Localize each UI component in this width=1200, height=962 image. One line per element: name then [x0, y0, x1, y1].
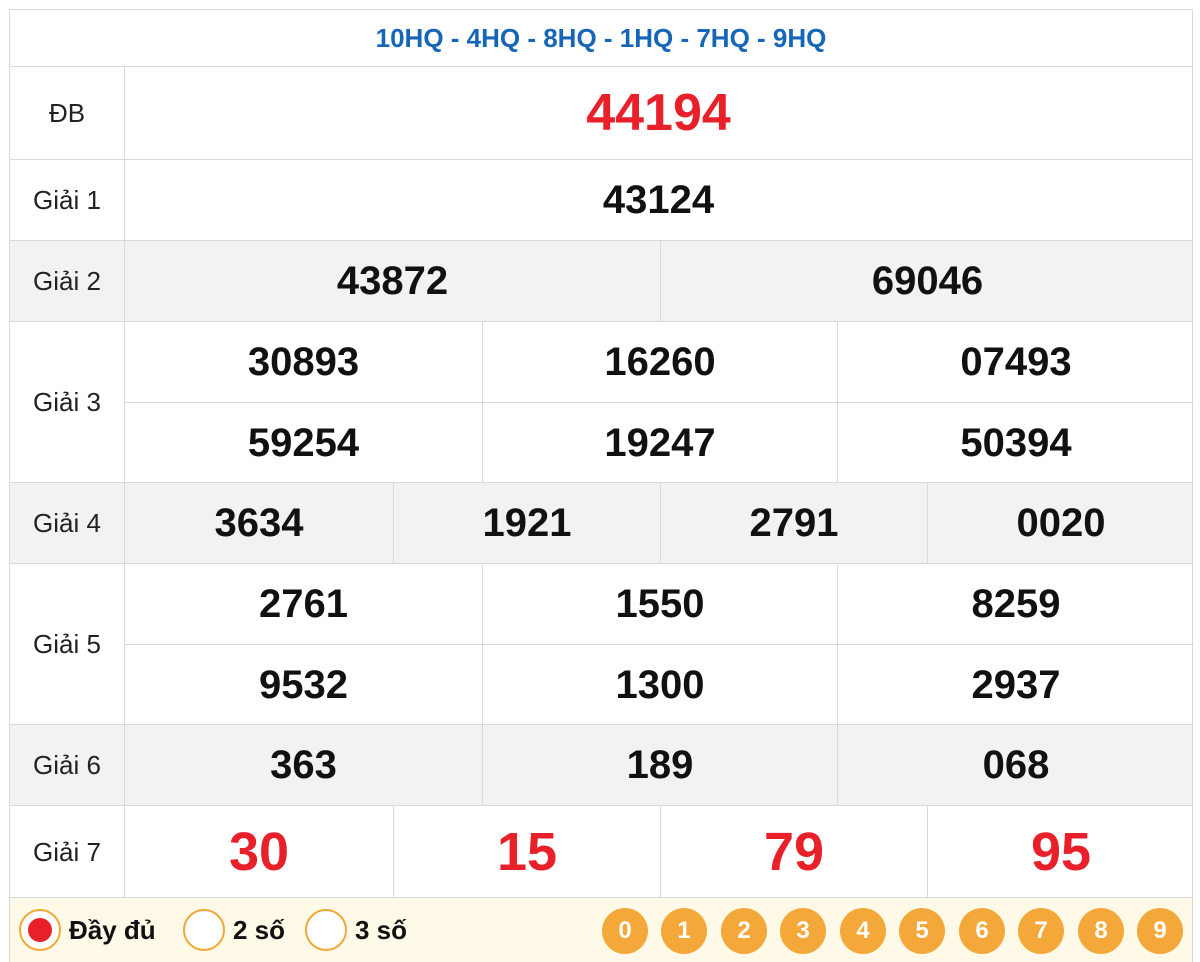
prize-number: 16260 [482, 322, 837, 402]
row-prize-7: Giải 7 30 15 79 95 [10, 806, 1192, 898]
prize-number: 79 [660, 806, 927, 898]
radio-icon[interactable] [183, 909, 225, 951]
prize-number: 1550 [482, 564, 837, 644]
province-codes-header: 10HQ - 4HQ - 8HQ - 1HQ - 7HQ - 9HQ [10, 10, 1192, 67]
digit-filter-5[interactable]: 5 [899, 908, 945, 954]
row-prize-5: Giải 5 2761 1550 8259 9532 1300 2937 [10, 564, 1194, 725]
display-options-bar: Đầy đủ 2 số 3 số 0 1 2 3 4 5 6 7 8 9 [9, 898, 1193, 962]
digit-filter-2[interactable]: 2 [721, 908, 767, 954]
digit-filter-7[interactable]: 7 [1018, 908, 1064, 954]
special-prize-number: 44194 [586, 84, 731, 142]
prize-number: 07493 [837, 322, 1194, 402]
option-2-digits[interactable]: 2 số [183, 898, 285, 962]
prize-label: ĐB [10, 67, 125, 159]
option-label: 3 số [355, 914, 408, 945]
prize-label: Giải 7 [10, 806, 125, 898]
option-3-digits[interactable]: 3 số [305, 898, 407, 962]
prize-label: Giải 5 [10, 564, 125, 724]
prize-number: 2791 [660, 483, 927, 563]
prize-number: 50394 [837, 402, 1194, 483]
prize-number: 59254 [125, 402, 482, 483]
prize-number: 69046 [660, 241, 1194, 321]
prize-number: 1300 [482, 644, 837, 725]
prize-number: 19247 [482, 402, 837, 483]
prize-number: 30 [228, 822, 290, 882]
prize-label: Giải 4 [10, 483, 125, 563]
prize-number: 43124 [602, 177, 715, 222]
row-special-prize: ĐB 44194 [10, 67, 1192, 160]
digit-filter-9[interactable]: 9 [1137, 908, 1183, 954]
prize-number: 30893 [247, 339, 360, 384]
option-label: Đầy đủ [69, 914, 156, 945]
prize-number: 1921 [393, 483, 660, 563]
row-prize-3: Giải 3 30893 16260 07493 59254 19247 503… [10, 322, 1194, 483]
option-label: 2 số [233, 914, 286, 945]
prize-number: 068 [837, 725, 1194, 805]
prize-number: 9532 [125, 644, 482, 725]
prize-number: 15 [393, 806, 660, 898]
digit-filter-8[interactable]: 8 [1078, 908, 1124, 954]
prize-number: 8259 [837, 564, 1194, 644]
prize-number: 2937 [837, 644, 1194, 725]
row-prize-1: Giải 1 43124 [10, 160, 1192, 241]
prize-number: 189 [482, 725, 837, 805]
prize-number: 2761 [259, 581, 348, 626]
prize-number: 3634 [214, 500, 304, 545]
prize-label: Giải 2 [10, 241, 125, 321]
prize-label: Giải 3 [10, 322, 125, 482]
prize-number: 363 [270, 742, 337, 787]
prize-number: 43872 [336, 258, 449, 303]
row-prize-2: Giải 2 43872 69046 [10, 241, 1192, 322]
lottery-results-table: 10HQ - 4HQ - 8HQ - 1HQ - 7HQ - 9HQ ĐB 44… [9, 9, 1194, 898]
prize-number: 0020 [927, 483, 1194, 563]
prize-label: Giải 1 [10, 160, 125, 240]
option-full[interactable]: Đầy đủ [19, 898, 156, 962]
prize-label: Giải 6 [10, 725, 125, 805]
digit-filter-1[interactable]: 1 [661, 908, 707, 954]
digit-filter-4[interactable]: 4 [840, 908, 886, 954]
digit-filter-3[interactable]: 3 [780, 908, 826, 954]
radio-icon[interactable] [305, 909, 347, 951]
row-prize-4: Giải 4 3634 1921 2791 0020 [10, 483, 1192, 564]
row-prize-6: Giải 6 363 189 068 [10, 725, 1192, 806]
radio-selected-icon[interactable] [19, 909, 61, 951]
prize-number: 95 [927, 806, 1194, 898]
digit-filter-6[interactable]: 6 [959, 908, 1005, 954]
digit-filter-0[interactable]: 0 [602, 908, 648, 954]
